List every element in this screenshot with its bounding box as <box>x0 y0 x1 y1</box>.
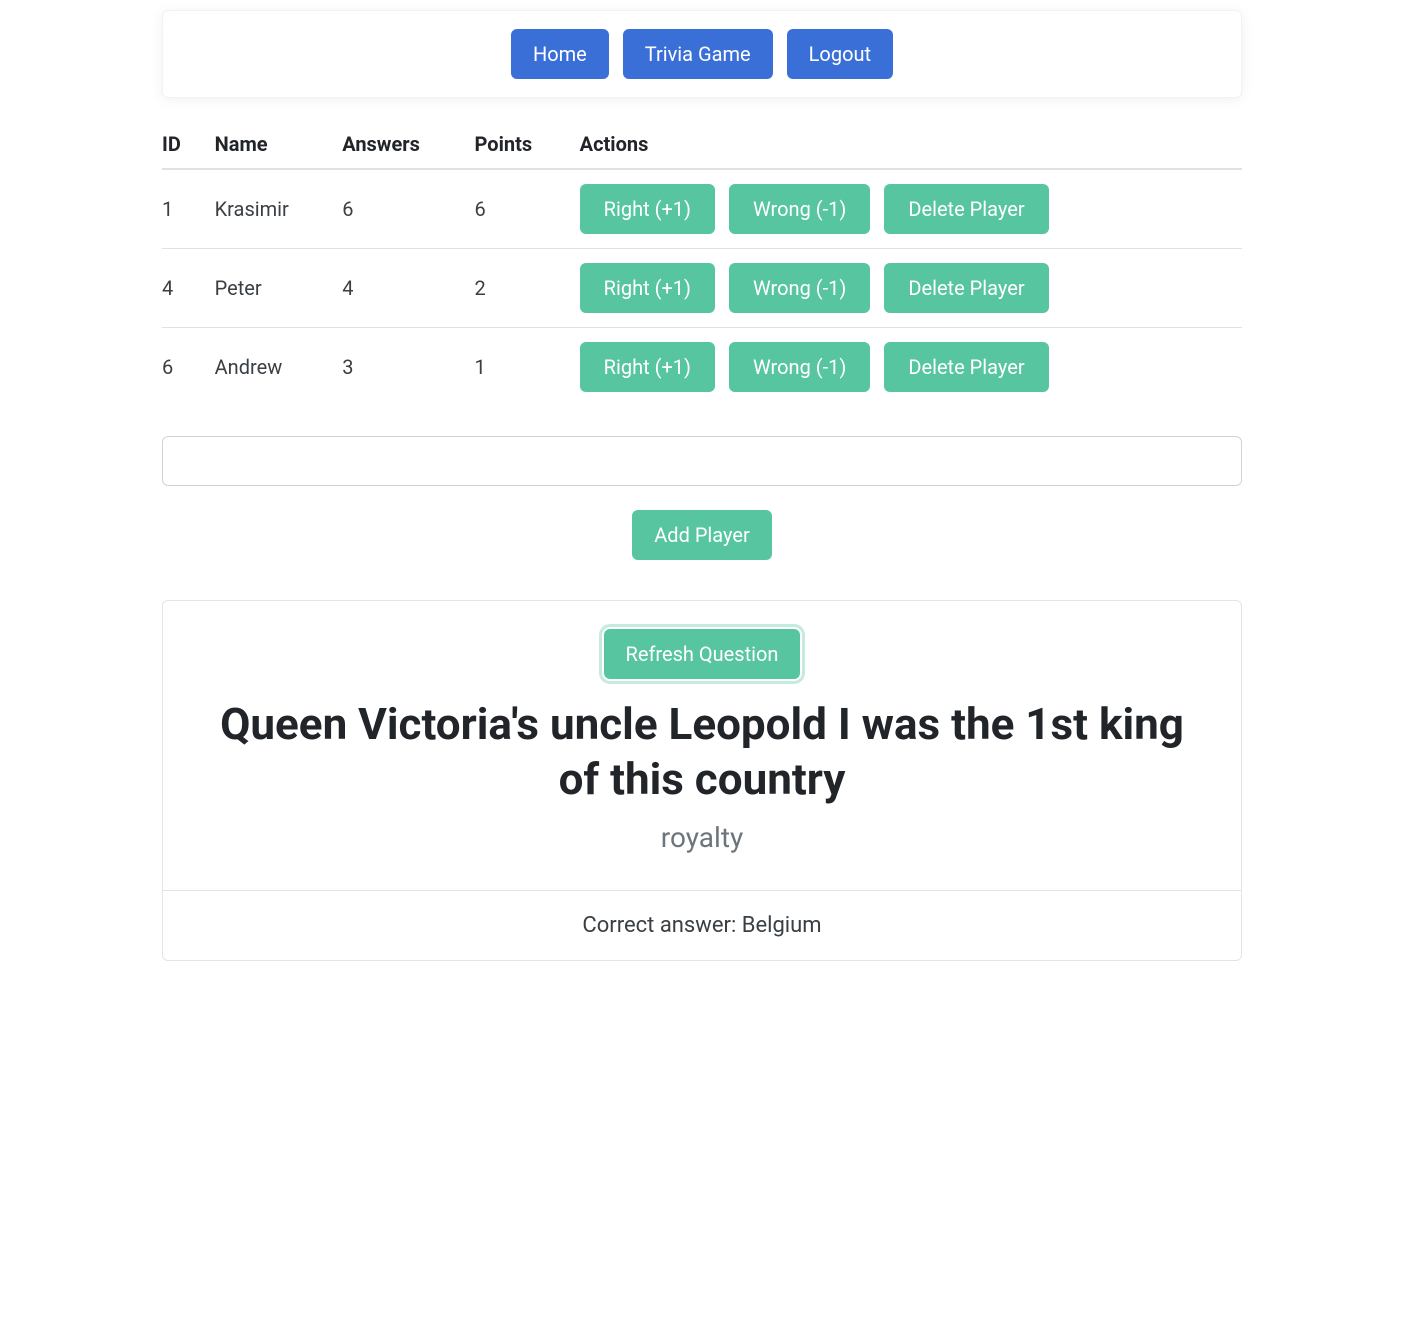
cell-points: 1 <box>475 328 580 407</box>
refresh-question-button[interactable]: Refresh Question <box>604 629 801 679</box>
cell-answers: 3 <box>342 328 474 407</box>
navbar: Home Trivia Game Logout <box>162 10 1242 98</box>
cell-points: 6 <box>475 169 580 249</box>
players-table: ID Name Answers Points Actions 1 Krasimi… <box>162 128 1242 406</box>
answer-text: Belgium <box>742 913 822 938</box>
wrong-button[interactable]: Wrong (-1) <box>729 342 870 392</box>
question-text: Queen Victoria's uncle Leopold I was the… <box>203 697 1201 807</box>
delete-player-button[interactable]: Delete Player <box>884 342 1048 392</box>
delete-player-button[interactable]: Delete Player <box>884 184 1048 234</box>
add-player-button[interactable]: Add Player <box>632 510 772 560</box>
col-id: ID <box>162 128 215 169</box>
nav-home-button[interactable]: Home <box>511 29 609 79</box>
cell-name: Andrew <box>215 328 343 407</box>
right-button[interactable]: Right (+1) <box>580 184 715 234</box>
nav-trivia-button[interactable]: Trivia Game <box>623 29 773 79</box>
cell-name: Peter <box>215 249 343 328</box>
answer-footer: Correct answer: Belgium <box>163 890 1241 960</box>
question-category: royalty <box>203 821 1201 854</box>
nav-logout-button[interactable]: Logout <box>787 29 893 79</box>
question-card: Refresh Question Queen Victoria's uncle … <box>162 600 1242 961</box>
player-name-input[interactable] <box>162 436 1242 486</box>
table-row: 1 Krasimir 6 6 Right (+1) Wrong (-1) Del… <box>162 169 1242 249</box>
col-points: Points <box>475 128 580 169</box>
cell-answers: 6 <box>342 169 474 249</box>
cell-id: 1 <box>162 169 215 249</box>
cell-id: 4 <box>162 249 215 328</box>
col-actions: Actions <box>580 128 1242 169</box>
cell-points: 2 <box>475 249 580 328</box>
cell-answers: 4 <box>342 249 474 328</box>
cell-id: 6 <box>162 328 215 407</box>
delete-player-button[interactable]: Delete Player <box>884 263 1048 313</box>
col-name: Name <box>215 128 343 169</box>
table-row: 4 Peter 4 2 Right (+1) Wrong (-1) Delete… <box>162 249 1242 328</box>
wrong-button[interactable]: Wrong (-1) <box>729 263 870 313</box>
wrong-button[interactable]: Wrong (-1) <box>729 184 870 234</box>
cell-name: Krasimir <box>215 169 343 249</box>
col-answers: Answers <box>342 128 474 169</box>
right-button[interactable]: Right (+1) <box>580 263 715 313</box>
answer-prefix: Correct answer: <box>582 913 741 938</box>
right-button[interactable]: Right (+1) <box>580 342 715 392</box>
table-row: 6 Andrew 3 1 Right (+1) Wrong (-1) Delet… <box>162 328 1242 407</box>
